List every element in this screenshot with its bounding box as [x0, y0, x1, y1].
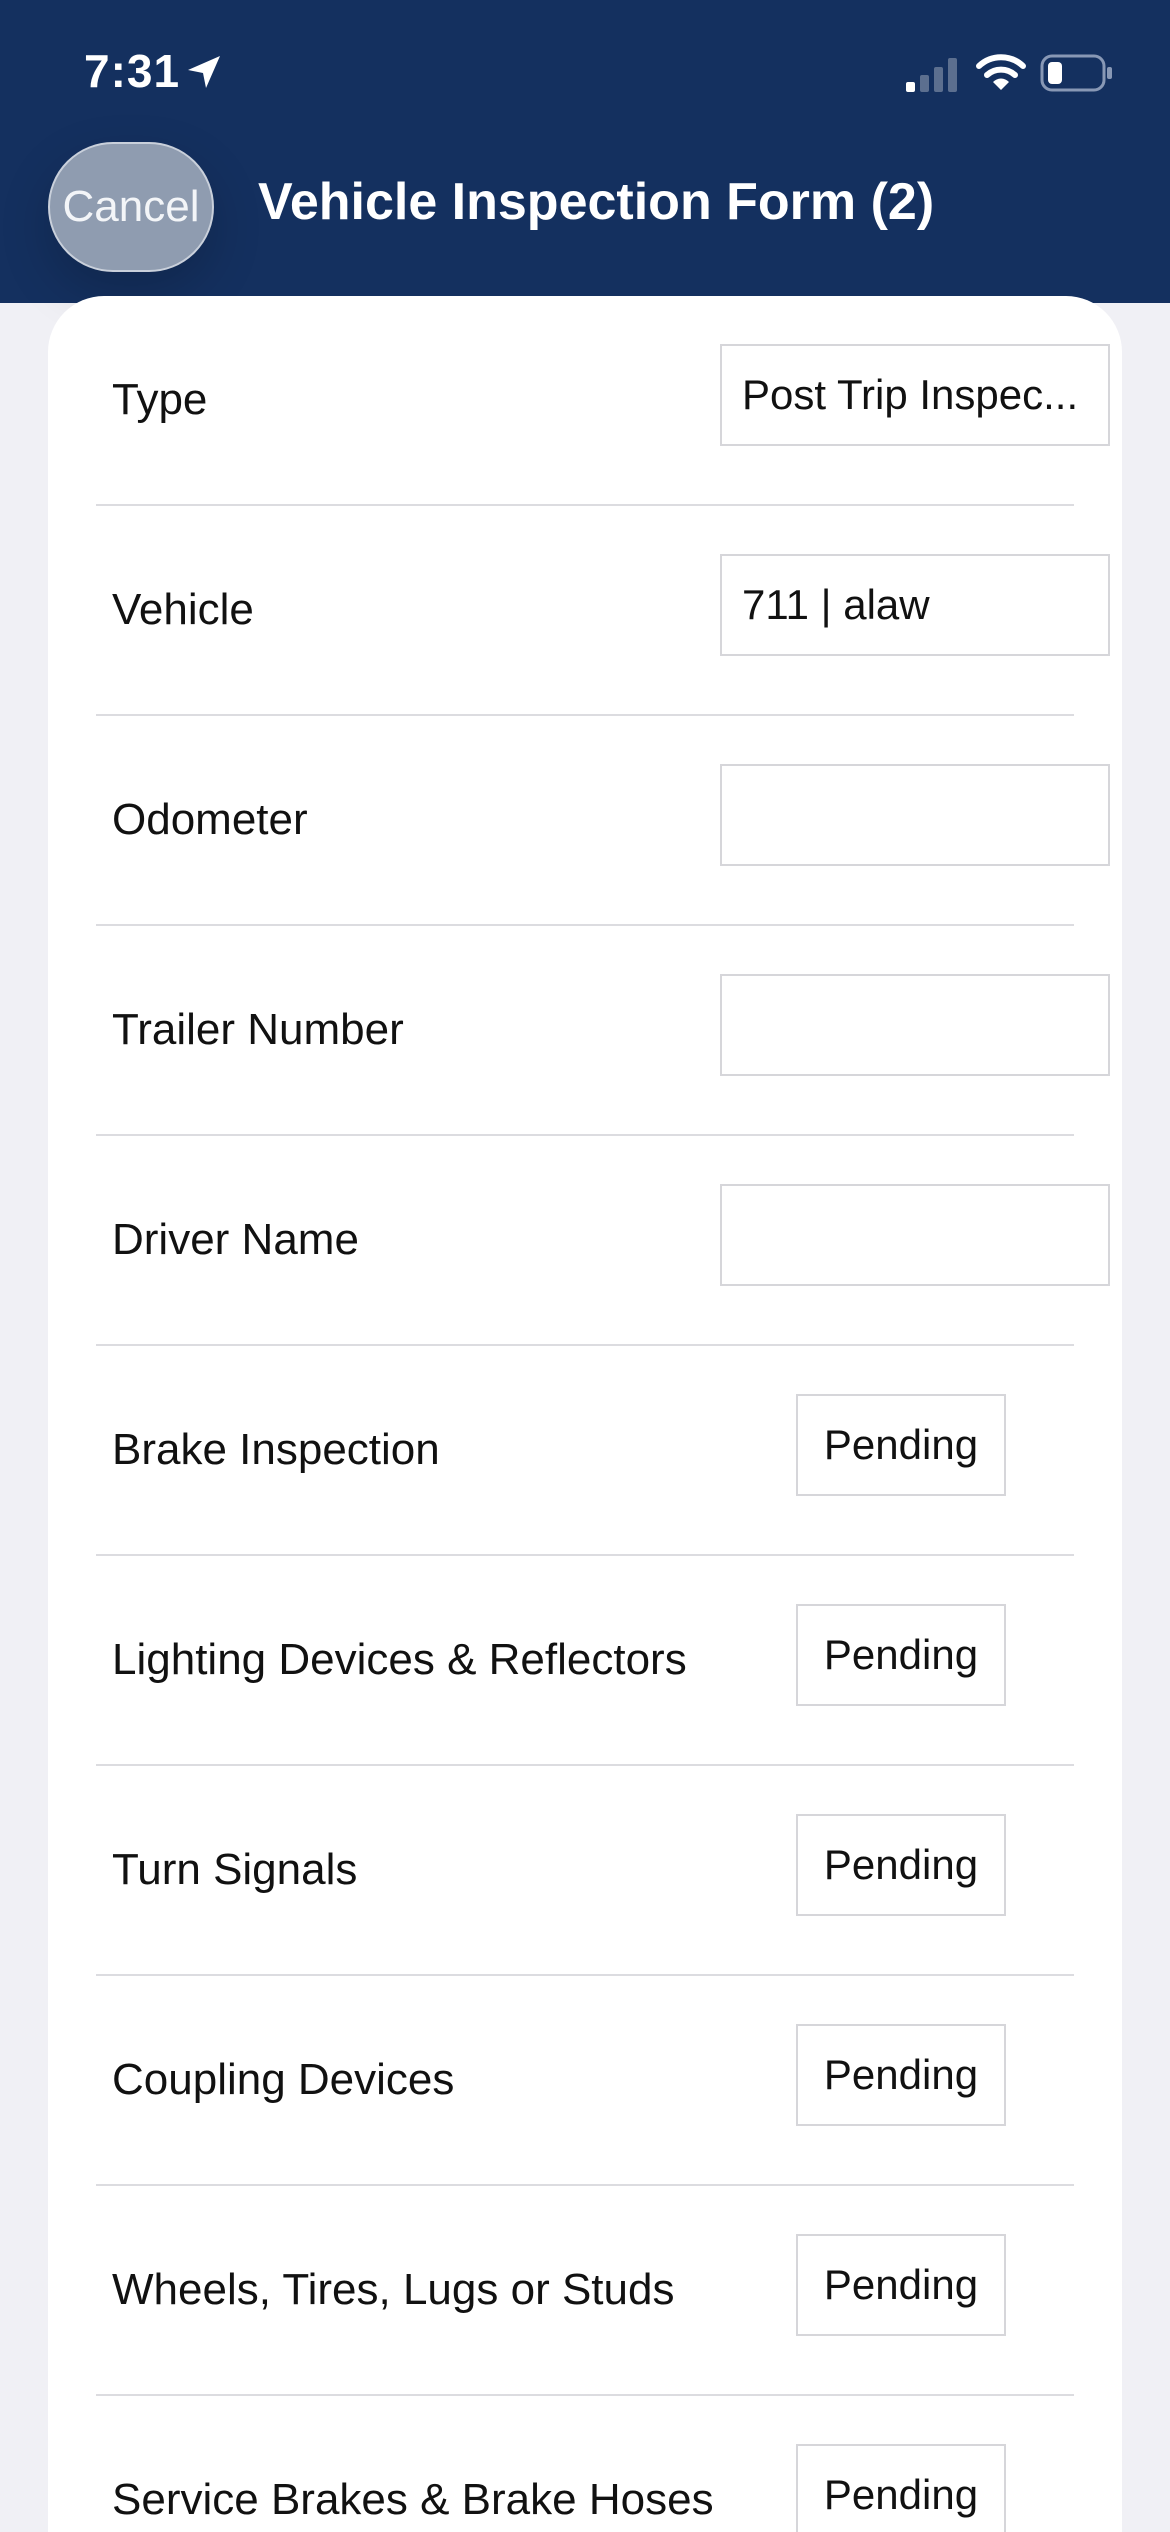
cancel-button[interactable]: Cancel [48, 142, 214, 272]
trailer-number-label: Trailer Number [112, 1005, 404, 1054]
status-bar: 7:31 [0, 0, 1170, 140]
trailer-number-input[interactable] [720, 974, 1110, 1076]
driver-name-label: Driver Name [112, 1215, 359, 1264]
driver-name-input[interactable] [720, 1184, 1110, 1286]
battery-icon [1040, 54, 1114, 97]
navigation-header: 7:31 Cancel Vehicle Inspection Form (2) [0, 0, 1170, 303]
form-row-vehicle: Vehicle 711 | alaw [96, 506, 1110, 716]
type-select[interactable]: Post Trip Inspec... [720, 344, 1110, 446]
lighting-devices-label: Lighting Devices & Reflectors [112, 1635, 687, 1684]
odometer-label: Odometer [112, 795, 308, 844]
brake-inspection-label: Brake Inspection [112, 1425, 440, 1474]
inspection-form-card: Type Post Trip Inspec... Vehicle 711 | a… [48, 296, 1122, 2532]
status-time: 7:31 [84, 45, 181, 97]
vehicle-select[interactable]: 711 | alaw [720, 554, 1110, 656]
service-brakes-label: Service Brakes & Brake Hoses [112, 2475, 714, 2524]
location-arrow-icon [184, 52, 224, 97]
app-screen: 7:31 Cancel Vehicle Inspection Form (2) … [0, 0, 1170, 2532]
check-row-brake-inspection: Brake Inspection Pending [96, 1346, 1074, 1556]
turn-signals-label: Turn Signals [112, 1845, 358, 1894]
form-row-driver-name: Driver Name [96, 1136, 1110, 1346]
lighting-devices-status-button[interactable]: Pending [796, 1604, 1006, 1706]
coupling-devices-status-button[interactable]: Pending [796, 2024, 1006, 2126]
brake-inspection-status-button[interactable]: Pending [796, 1394, 1006, 1496]
wifi-icon [976, 52, 1026, 97]
form-row-type: Type Post Trip Inspec... [96, 296, 1110, 506]
form-row-trailer-number: Trailer Number [96, 926, 1110, 1136]
check-row-lighting-devices: Lighting Devices & Reflectors Pending [96, 1556, 1074, 1766]
cellular-signal-icon [904, 56, 960, 97]
service-brakes-status-button[interactable]: Pending [796, 2444, 1006, 2532]
coupling-devices-label: Coupling Devices [112, 2055, 455, 2104]
type-label: Type [112, 375, 208, 424]
wheels-tires-status-button[interactable]: Pending [796, 2234, 1006, 2336]
wheels-tires-label: Wheels, Tires, Lugs or Studs [112, 2265, 675, 2314]
page-title: Vehicle Inspection Form (2) [258, 173, 935, 231]
vehicle-label: Vehicle [112, 585, 254, 634]
check-row-service-brakes: Service Brakes & Brake Hoses Pending [96, 2396, 1074, 2532]
turn-signals-status-button[interactable]: Pending [796, 1814, 1006, 1916]
odometer-input[interactable] [720, 764, 1110, 866]
check-row-turn-signals: Turn Signals Pending [96, 1766, 1074, 1976]
check-row-wheels-tires: Wheels, Tires, Lugs or Studs Pending [96, 2186, 1074, 2396]
check-row-coupling-devices: Coupling Devices Pending [96, 1976, 1074, 2186]
form-row-odometer: Odometer [96, 716, 1110, 926]
